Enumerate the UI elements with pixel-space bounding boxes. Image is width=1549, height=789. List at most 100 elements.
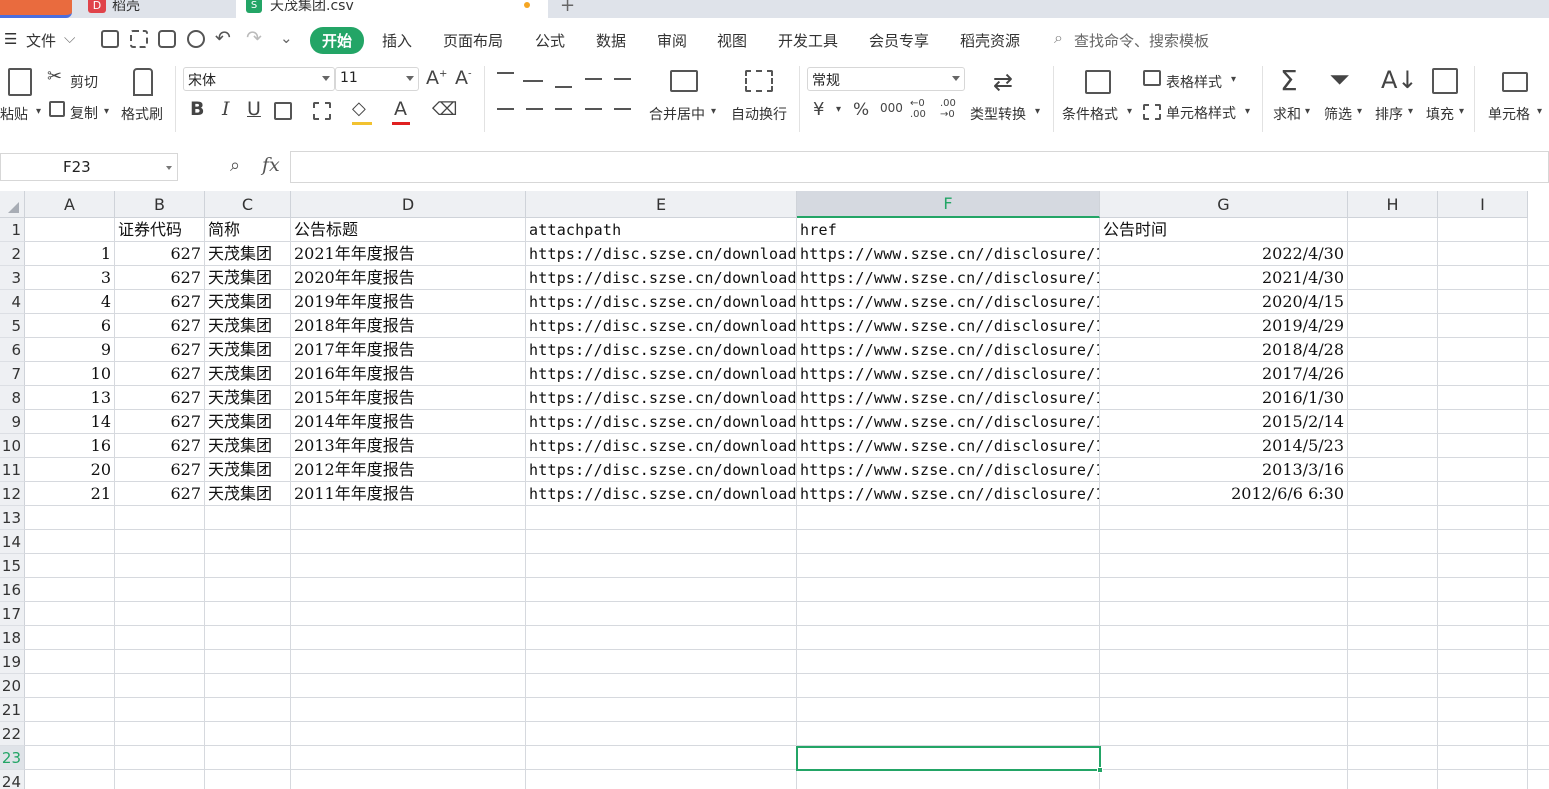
table-cell-D11[interactable]: 2012年年度报告 xyxy=(291,458,525,482)
table-cell-B12[interactable]: 627 xyxy=(115,482,204,506)
sort-dropdown-icon[interactable]: ▾ xyxy=(1408,106,1413,117)
table-cell-C5[interactable]: 天茂集团 xyxy=(205,314,290,338)
align-top-icon[interactable] xyxy=(497,72,514,74)
decrease-font-icon[interactable]: A- xyxy=(455,67,472,89)
header-cell-E[interactable]: attachpath xyxy=(526,218,796,242)
cell-style-icon[interactable] xyxy=(1143,104,1161,120)
save-icon[interactable] xyxy=(101,30,119,48)
table-cell-D4[interactable]: 2019年年度报告 xyxy=(291,290,525,314)
table-cell-D2[interactable]: 2021年年度报告 xyxy=(291,242,525,266)
paste-icon[interactable] xyxy=(8,68,32,96)
font-color-icon[interactable]: A xyxy=(394,98,407,120)
table-cell-F9[interactable]: https://www.szse.cn//disclosure/1 xyxy=(797,410,1099,434)
table-cell-C4[interactable]: 天茂集团 xyxy=(205,290,290,314)
menu-data[interactable]: 数据 xyxy=(596,30,626,51)
cut-button[interactable]: 剪切 xyxy=(70,72,98,92)
table-cell-E11[interactable]: https://disc.szse.cn/download/ xyxy=(526,458,796,482)
row-header-9[interactable]: 9 xyxy=(0,410,25,434)
menu-formula[interactable]: 公式 xyxy=(535,30,565,51)
row-header-11[interactable]: 11 xyxy=(0,458,25,482)
increase-font-icon[interactable]: A+ xyxy=(426,67,447,89)
row-header-12[interactable]: 12 xyxy=(0,482,25,506)
copy-dropdown-icon[interactable]: ▾ xyxy=(104,106,109,117)
copy-icon[interactable] xyxy=(49,101,65,117)
wrap-text-icon[interactable] xyxy=(745,70,773,92)
row-header-2[interactable]: 2 xyxy=(0,242,25,266)
hamburger-icon[interactable]: ☰ xyxy=(4,30,17,48)
row-header-20[interactable]: 20 xyxy=(0,674,25,698)
table-cell-G7[interactable]: 2017/4/26 xyxy=(1100,362,1347,386)
decrease-indent-icon[interactable] xyxy=(585,78,602,80)
paste-dropdown-icon[interactable]: ▾ xyxy=(36,106,41,117)
fill-icon[interactable] xyxy=(1432,68,1458,94)
table-cell-D5[interactable]: 2018年年度报告 xyxy=(291,314,525,338)
column-header-B[interactable]: B xyxy=(115,191,205,218)
scissors-icon[interactable]: ✂ xyxy=(47,66,62,87)
row-header-10[interactable]: 10 xyxy=(0,434,25,458)
table-cell-E8[interactable]: https://disc.szse.cn/download/ xyxy=(526,386,796,410)
table-cell-G5[interactable]: 2019/4/29 xyxy=(1100,314,1347,338)
print-icon[interactable] xyxy=(158,30,176,48)
borders-icon[interactable] xyxy=(274,102,292,120)
table-cell-F6[interactable]: https://www.szse.cn//disclosure/1 xyxy=(797,338,1099,362)
justify-icon[interactable] xyxy=(585,108,602,110)
table-cell-E12[interactable]: https://disc.szse.cn/download/ xyxy=(526,482,796,506)
menu-doke-resources[interactable]: 稻壳资源 xyxy=(960,30,1020,51)
table-cell-E9[interactable]: https://disc.szse.cn/download/ xyxy=(526,410,796,434)
table-cell-G8[interactable]: 2016/1/30 xyxy=(1100,386,1347,410)
conditional-format-dropdown-icon[interactable]: ▾ xyxy=(1127,106,1132,117)
table-cell-D8[interactable]: 2015年年度报告 xyxy=(291,386,525,410)
active-cell-F23[interactable] xyxy=(796,746,1103,773)
table-cell-C7[interactable]: 天茂集团 xyxy=(205,362,290,386)
export-pdf-icon[interactable] xyxy=(130,30,148,48)
table-cell-F2[interactable]: https://www.szse.cn//disclosure/1 xyxy=(797,242,1099,266)
table-cell-B7[interactable]: 627 xyxy=(115,362,204,386)
filter-icon[interactable]: ⏷ xyxy=(1329,65,1350,96)
table-style-button[interactable]: 表格样式 xyxy=(1166,72,1222,92)
fill-dropdown-icon[interactable]: ▾ xyxy=(1459,106,1464,117)
chevron-down-icon[interactable]: ⌵ xyxy=(64,29,75,47)
table-cell-C3[interactable]: 天茂集团 xyxy=(205,266,290,290)
table-cell-G9[interactable]: 2015/2/14 xyxy=(1100,410,1347,434)
table-cell-E6[interactable]: https://disc.szse.cn/download/ xyxy=(526,338,796,362)
merge-center-icon[interactable] xyxy=(670,70,698,92)
row-header-21[interactable]: 21 xyxy=(0,698,25,722)
table-cell-C6[interactable]: 天茂集团 xyxy=(205,338,290,362)
table-cell-C10[interactable]: 天茂集团 xyxy=(205,434,290,458)
table-cell-A3[interactable]: 3 xyxy=(25,266,114,290)
tab-doke[interactable]: D 稻壳 xyxy=(80,0,230,18)
menu-file[interactable]: 文件 xyxy=(26,30,56,51)
column-header-G[interactable]: G xyxy=(1100,191,1348,218)
menu-view[interactable]: 视图 xyxy=(717,30,747,51)
row-header-5[interactable]: 5 xyxy=(0,314,25,338)
table-cell-E7[interactable]: https://disc.szse.cn/download/ xyxy=(526,362,796,386)
table-cell-D9[interactable]: 2014年年度报告 xyxy=(291,410,525,434)
column-header-C[interactable]: C xyxy=(205,191,291,218)
table-cell-C9[interactable]: 天茂集团 xyxy=(205,410,290,434)
redo-icon[interactable]: ↷ xyxy=(246,27,262,49)
cell-style-button[interactable]: 单元格样式 xyxy=(1166,103,1236,123)
font-size-select[interactable]: 11 xyxy=(335,67,419,91)
row-header-13[interactable]: 13 xyxy=(0,506,25,530)
table-cell-G10[interactable]: 2014/5/23 xyxy=(1100,434,1347,458)
table-cell-A6[interactable]: 9 xyxy=(25,338,114,362)
table-cell-B3[interactable]: 627 xyxy=(115,266,204,290)
sum-dropdown-icon[interactable]: ▾ xyxy=(1305,106,1310,117)
menu-member[interactable]: 会员专享 xyxy=(869,30,929,51)
table-cell-D7[interactable]: 2016年年度报告 xyxy=(291,362,525,386)
table-cell-F10[interactable]: https://www.szse.cn//disclosure/1 xyxy=(797,434,1099,458)
table-cell-C11[interactable]: 天茂集团 xyxy=(205,458,290,482)
table-cell-F12[interactable]: https://www.szse.cn//disclosure/1 xyxy=(797,482,1099,506)
row-header-18[interactable]: 18 xyxy=(0,626,25,650)
table-cell-A12[interactable]: 21 xyxy=(25,482,114,506)
cell-style-dropdown-icon[interactable]: ▾ xyxy=(1245,106,1250,117)
table-cell-A2[interactable]: 1 xyxy=(25,242,114,266)
column-header-D[interactable]: D xyxy=(291,191,526,218)
cell-dropdown-icon[interactable]: ▾ xyxy=(1537,106,1542,117)
row-header-15[interactable]: 15 xyxy=(0,554,25,578)
table-style-dropdown-icon[interactable]: ▾ xyxy=(1231,74,1236,85)
align-middle-icon[interactable] xyxy=(523,80,543,82)
table-cell-F7[interactable]: https://www.szse.cn//disclosure/1 xyxy=(797,362,1099,386)
table-cell-C12[interactable]: 天茂集团 xyxy=(205,482,290,506)
header-cell-F[interactable]: href xyxy=(797,218,1099,242)
